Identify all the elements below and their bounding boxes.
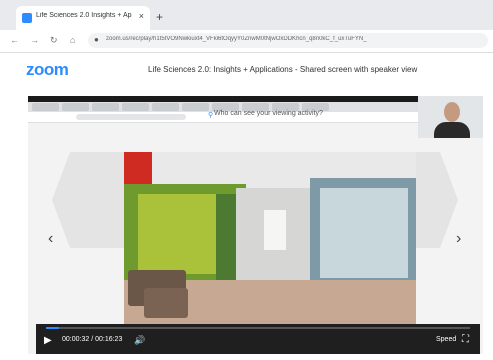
- previous-slide-panel: [52, 152, 124, 248]
- fullscreen-icon[interactable]: ⛶: [462, 334, 469, 345]
- speaker-thumbnail: [418, 96, 483, 138]
- shared-url-field: [76, 114, 186, 120]
- corridor-photo: [124, 152, 416, 327]
- progress-bar[interactable]: [46, 327, 470, 329]
- zoom-favicon-icon: [22, 13, 32, 23]
- url-field[interactable]: ● zoom.us/rec/play/h1t5tVO9Nwkiuxt4_VFki…: [88, 33, 488, 48]
- time-display: 00:00:32 / 00:16:23: [62, 336, 123, 343]
- speaker-body: [434, 122, 470, 138]
- shared-tab: [92, 103, 119, 111]
- speaker-head: [444, 102, 460, 122]
- hallway-end: [264, 210, 286, 250]
- forward-icon[interactable]: →: [30, 35, 39, 45]
- chevron-left-icon[interactable]: ‹: [48, 230, 53, 248]
- shared-tab: [152, 103, 179, 111]
- new-tab-button[interactable]: +: [156, 10, 163, 24]
- shared-tab: [122, 103, 149, 111]
- video-controls-bar: ▶ 00:00:32 / 00:16:23 🔊 Speed ⛶: [36, 324, 480, 354]
- reload-icon[interactable]: ↻: [50, 35, 58, 46]
- chevron-right-icon[interactable]: ›: [456, 230, 461, 248]
- back-icon[interactable]: ←: [10, 35, 19, 45]
- url-text: zoom.us/rec/play/h1t5tVO9Nwkiuxt4_VFki6t…: [106, 36, 367, 42]
- shared-tab: [32, 103, 59, 111]
- browser-tab-strip: Life Sciences 2.0 Insights + Appl × +: [0, 0, 493, 30]
- shared-tab: [62, 103, 89, 111]
- shared-tab: [182, 103, 209, 111]
- address-bar: ← → ↻ ⌂ ● zoom.us/rec/play/h1t5tVO9Nwkiu…: [0, 30, 493, 53]
- lab-window: [320, 188, 408, 278]
- page-title: Life Sciences 2.0: Insights + Applicatio…: [148, 65, 418, 74]
- volume-icon[interactable]: 🔊: [134, 335, 145, 346]
- speed-button[interactable]: Speed: [436, 336, 456, 343]
- green-glass-interior: [138, 194, 220, 274]
- red-panel: [124, 152, 152, 184]
- lock-icon: ●: [94, 35, 99, 44]
- search-icon: ⚲: [208, 112, 214, 119]
- browser-tab[interactable]: Life Sciences 2.0 Insights + Appl ×: [16, 6, 150, 30]
- viewing-activity-prompt[interactable]: Who can see your viewing activity?: [214, 110, 323, 117]
- play-icon[interactable]: ▶: [44, 335, 52, 346]
- close-tab-button[interactable]: ×: [139, 11, 144, 21]
- home-icon[interactable]: ⌂: [70, 35, 75, 45]
- zoom-logo[interactable]: zoom: [26, 60, 69, 80]
- progress-fill: [46, 327, 59, 329]
- video-player[interactable]: ⚲ Who can see your viewing activity? ‹ ›…: [28, 96, 483, 354]
- ottoman: [144, 288, 188, 318]
- tab-title: Life Sciences 2.0 Insights + Appl: [36, 12, 132, 19]
- page-bottom: [0, 354, 493, 360]
